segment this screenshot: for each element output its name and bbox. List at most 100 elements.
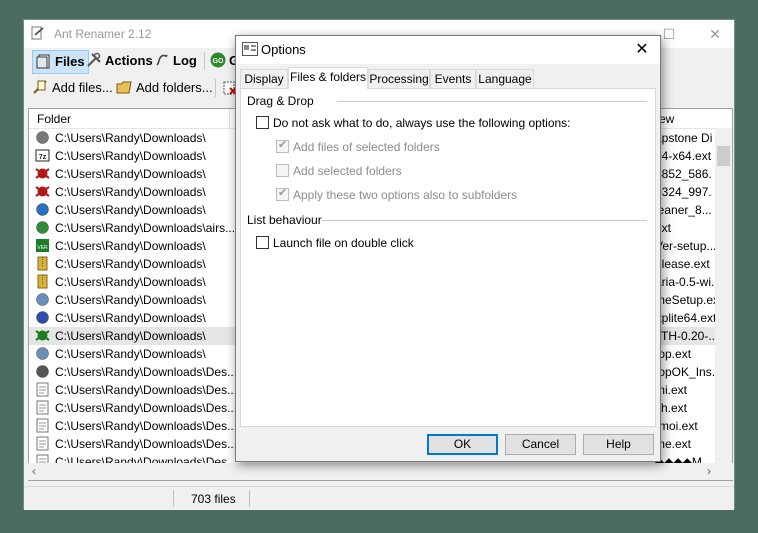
7z-icon: 7z xyxy=(35,149,50,162)
installer-icon xyxy=(36,347,49,360)
files-label: Files xyxy=(55,54,85,69)
folder-path: C:\Users\Randy\Downloads\ xyxy=(55,275,206,289)
add-file-icon xyxy=(33,80,47,94)
add-files-of-folders-label: Add files of selected folders xyxy=(293,140,440,154)
add-files-button[interactable]: Add files... xyxy=(32,77,113,99)
zip-icon xyxy=(37,274,48,289)
tab-files-folders[interactable]: Files & folders xyxy=(288,67,368,89)
status-bar: 703 files xyxy=(24,486,734,510)
log-label: Log xyxy=(173,53,197,68)
drag-drop-heading: Drag & Drop xyxy=(247,94,314,108)
toolbar2-divider xyxy=(215,79,216,97)
grid-icon xyxy=(36,365,49,378)
do-not-ask-checkbox[interactable] xyxy=(256,116,269,129)
tools-icon xyxy=(87,52,101,67)
pen-icon xyxy=(36,311,49,324)
files-button[interactable]: Files xyxy=(32,50,89,74)
apply-subfolders-checkbox[interactable]: ✔ xyxy=(276,187,289,201)
bug-icon xyxy=(35,168,50,179)
main-window-title: Ant Renamer 2.12 xyxy=(54,27,152,41)
folder-path: C:\Users\Randy\Downloads\Des... xyxy=(55,437,238,451)
add-folders-label: Add folders... xyxy=(136,80,213,95)
vertical-scrollbar[interactable] xyxy=(715,128,732,463)
toolbar-divider xyxy=(204,52,205,70)
launch-on-double-click-label: Launch file on double click xyxy=(273,236,414,250)
folder-path: C:\Users\Randy\Downloads\Des... xyxy=(55,401,238,415)
svg-text:GO: GO xyxy=(213,58,224,65)
clover-icon xyxy=(35,330,50,341)
scroll-left-arrow-icon[interactable]: ‹ xyxy=(32,464,36,478)
cancel-button[interactable]: Cancel xyxy=(505,434,576,455)
tab-events[interactable]: Events xyxy=(430,69,476,88)
folder-path: C:\Users\Randy\Downloads\Des... xyxy=(55,365,238,379)
horizontal-scrollbar[interactable]: ‹ › xyxy=(28,463,733,480)
ok-button[interactable]: OK xyxy=(427,434,498,455)
svg-text:VER: VER xyxy=(37,245,48,251)
svg-text:7z: 7z xyxy=(39,154,47,161)
new-file-name: apstone Di xyxy=(655,131,713,145)
apply-subfolders-label: Apply these two options also to subfolde… xyxy=(293,188,518,202)
folder-path: C:\Users\Randy\Downloads\ xyxy=(55,149,206,163)
folder-path: C:\Users\Randy\Downloads\ xyxy=(55,329,206,343)
header-new-name[interactable]: ew xyxy=(659,112,674,126)
folder-path: C:\Users\Randy\Downloads\ xyxy=(55,257,206,271)
document-icon xyxy=(36,436,49,451)
main-close-button[interactable]: ✕ xyxy=(700,24,730,44)
do-not-ask-label: Do not ask what to do, always use the fo… xyxy=(273,116,571,130)
setup-icon xyxy=(36,131,49,144)
new-file-name: aria-0.5-wi... xyxy=(655,275,722,289)
folder-path: C:\Users\Randy\Downloads\Des... xyxy=(55,383,238,397)
launch-on-double-click-checkbox[interactable] xyxy=(256,236,269,249)
ant-renamer-logo-icon xyxy=(31,26,44,40)
tab-display[interactable]: Display xyxy=(240,69,288,88)
add-files-checkbox[interactable]: ✔ xyxy=(276,139,289,153)
new-file-name: 0324_997. xyxy=(655,185,712,199)
new-file-name: xTH-0.20-... xyxy=(655,329,719,343)
add-selected-folders-label: Add selected folders xyxy=(293,164,402,178)
add-folders-button[interactable]: Add folders... xyxy=(116,77,213,99)
bug-icon xyxy=(35,186,50,197)
new-file-name: -moi.ext xyxy=(655,419,698,433)
files-folders-panel: Drag & Drop Do not ask what to do, alway… xyxy=(240,88,656,427)
help-button[interactable]: Help xyxy=(583,434,654,455)
dialog-close-button[interactable]: ✕ xyxy=(632,39,652,59)
status-divider xyxy=(249,490,250,507)
dialog-title: Options xyxy=(261,42,306,57)
new-file-name: topOK_Ins... xyxy=(655,365,722,379)
new-file-name: Ver-setup... xyxy=(655,239,717,253)
actions-label: Actions xyxy=(105,53,153,68)
files-icon xyxy=(36,54,50,69)
folder-path: C:\Users\Randy\Downloads\ xyxy=(55,203,206,217)
actions-button[interactable]: Actions xyxy=(86,50,153,72)
log-button[interactable]: Log xyxy=(154,50,197,72)
folder-path: C:\Users\Randy\Downloads\ xyxy=(55,311,206,325)
file-count: 703 files xyxy=(191,492,236,506)
scroll-right-arrow-icon[interactable]: › xyxy=(707,464,711,478)
new-file-name: 4852_586. xyxy=(655,167,712,181)
list-behaviour-heading: List behaviour xyxy=(247,213,322,227)
new-file-name: meSetup.ext xyxy=(655,293,723,307)
new-file-name: leaner_8... xyxy=(655,203,712,217)
add-selected-folders-checkbox[interactable] xyxy=(276,164,289,177)
new-file-name: 04-x64.ext xyxy=(655,149,712,163)
status-divider xyxy=(173,490,174,507)
ccleaner-icon xyxy=(36,203,49,216)
folder-path: C:\Users\Randy\Downloads\ xyxy=(55,185,206,199)
globe-icon xyxy=(36,221,49,234)
checkmark-icon: ✔ xyxy=(278,139,288,151)
ver-icon: VER xyxy=(36,239,49,252)
tab-processing[interactable]: Processing xyxy=(368,69,430,88)
checkmark-icon: ✔ xyxy=(278,187,288,199)
tab-language[interactable]: Language xyxy=(476,69,534,88)
header-divider xyxy=(229,109,230,128)
header-folder[interactable]: Folder xyxy=(37,112,71,126)
add-folder-icon xyxy=(116,81,132,94)
add-files-label: Add files... xyxy=(52,80,113,95)
document-icon xyxy=(36,382,49,397)
folder-path: C:\Users\Randy\Downloads\ xyxy=(55,347,206,361)
log-icon xyxy=(156,54,168,66)
document-icon xyxy=(36,418,49,433)
options-icon xyxy=(242,42,258,56)
vertical-scroll-thumb[interactable] xyxy=(717,146,730,166)
dialog-title-bar: Options ✕ xyxy=(236,36,660,64)
